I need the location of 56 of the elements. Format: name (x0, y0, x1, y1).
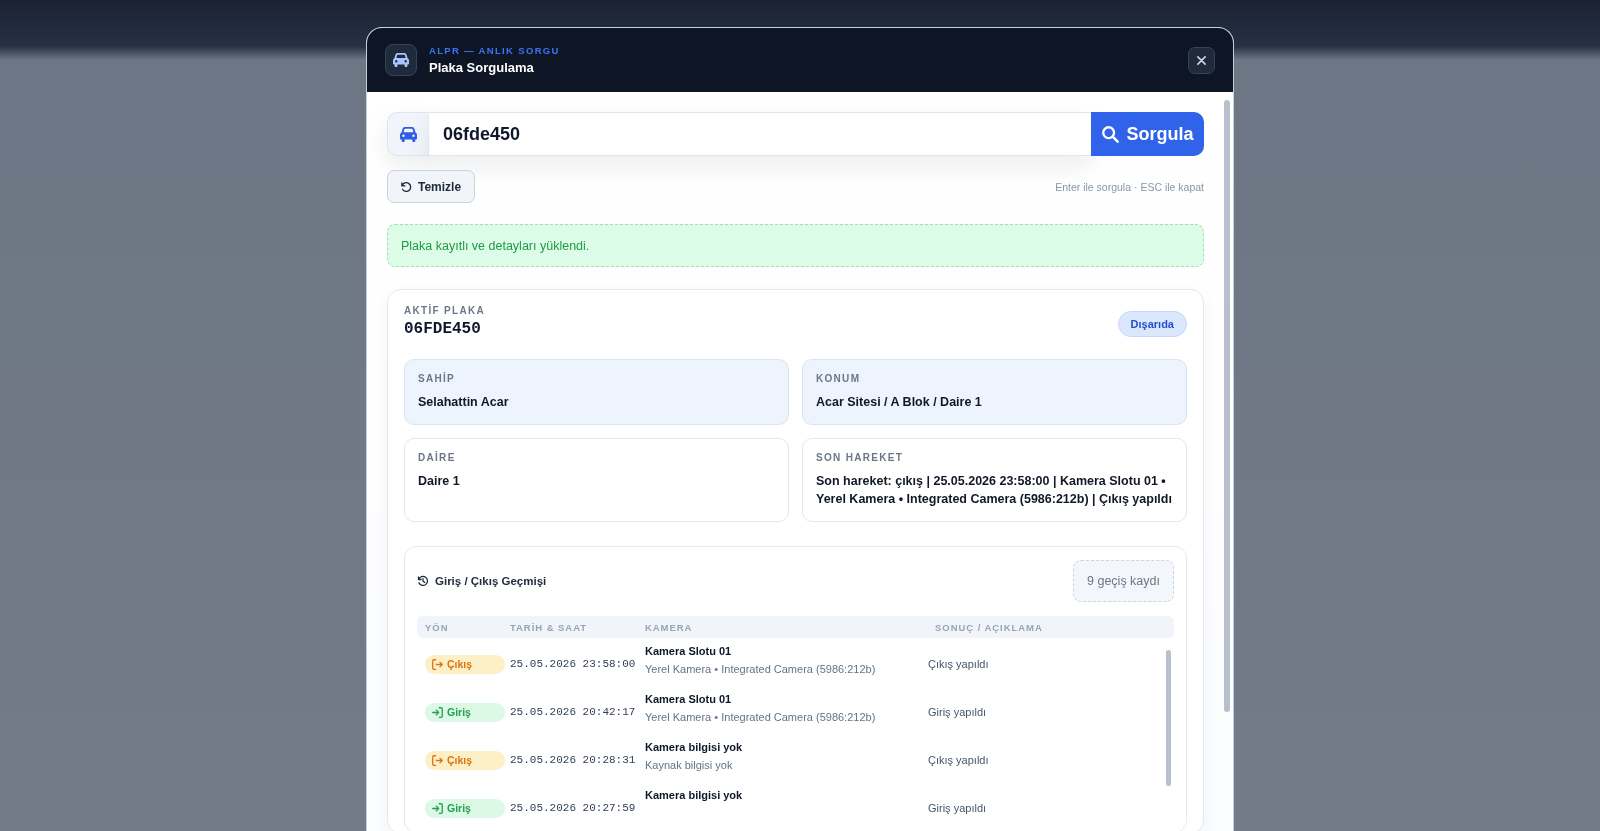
record-count: 9 geçiş kaydı (1073, 560, 1174, 602)
shortcut-hint: Enter ile sorgula · ESC ile kapat (1055, 180, 1204, 193)
detail-value: Son hareket: çıkış | 25.05.2026 23:58:00 | Kamera Slotu 01 • Yerel Kamera • Integrated Camera (5986:212b) | Çıkış yapıldı (816, 473, 1173, 508)
scrollbar-thumb[interactable] (1166, 650, 1171, 786)
exit-icon (432, 658, 443, 670)
detail-label: DAİRE (418, 452, 456, 463)
close-icon (1197, 55, 1206, 65)
direction-label: Giriş (447, 802, 471, 814)
camera-source: Kaynak bilgisi yok (645, 759, 733, 771)
camera-name: Kamera bilgisi yok (645, 789, 743, 801)
camera-source: Yerel Kamera • Integrated Camera (5986:212b) (645, 711, 876, 723)
exit-icon (432, 754, 443, 766)
detail-label: SAHİP (418, 373, 456, 384)
plate-number: 06FDE450 (404, 320, 481, 338)
date-time: 25.05.2026 20:28:31 (510, 754, 636, 766)
column-header: KAMERA (645, 621, 693, 633)
camera-name: Kamera bilgisi yok (645, 741, 743, 753)
undo-icon (400, 180, 412, 193)
modal-title: Plaka Sorgulama (429, 60, 534, 75)
result-text: Çıkış yapıldı (928, 754, 989, 766)
column-header: TARİH & SAAT (510, 621, 587, 633)
success-message: Plaka kayıtlı ve detayları yüklendi. (387, 224, 1204, 267)
result-text: Giriş yapıldı (928, 802, 987, 814)
enter-icon (432, 706, 443, 718)
scrollbar-thumb[interactable] (1224, 100, 1230, 712)
date-time: 25.05.2026 20:42:17 (510, 706, 636, 718)
camera-name: Kamera Slotu 01 (645, 645, 732, 657)
detail-label: SON HAREKET (816, 452, 904, 463)
car-icon (387, 112, 429, 156)
direction-label: Çıkış (447, 658, 473, 670)
direction-label: Çıkış (447, 754, 473, 766)
direction-label: Giriş (447, 706, 471, 718)
modal-eyebrow: ALPR — ANLIK SORGU (429, 45, 560, 56)
column-header: SONUÇ / AÇIKLAMA (935, 621, 1043, 633)
search-icon (1101, 125, 1120, 143)
result-text: Çıkış yapıldı (928, 658, 989, 670)
search-field[interactable]: 06fde450 (429, 112, 1091, 156)
clear-button[interactable]: Temizle (387, 170, 476, 203)
car-icon (385, 44, 417, 76)
search-button[interactable]: Sorgula (1091, 112, 1204, 156)
column-header: YÖN (425, 621, 449, 633)
date-time: 25.05.2026 23:58:00 (510, 658, 636, 670)
detail-value: Acar Sitesi / A Blok / Daire 1 (816, 394, 982, 411)
date-time: 25.05.2026 20:27:59 (510, 802, 636, 814)
detail-value: Daire 1 (418, 473, 460, 490)
camera-name: Kamera Slotu 01 (645, 693, 732, 705)
status-tag: Dışarıda (1117, 311, 1187, 337)
close-button[interactable] (1188, 46, 1215, 74)
camera-source: Yerel Kamera • Integrated Camera (5986:212b) (645, 663, 876, 675)
enter-icon (432, 802, 443, 814)
history-title: Giriş / Çıkış Geçmişi (435, 575, 547, 587)
history-icon (417, 575, 429, 587)
detail-label: KONUM (816, 373, 861, 384)
detail-value: Selahattin Acar (418, 394, 509, 411)
result-text: Giriş yapıldı (928, 706, 987, 718)
plate-label: AKTİF PLAKA (404, 305, 485, 316)
